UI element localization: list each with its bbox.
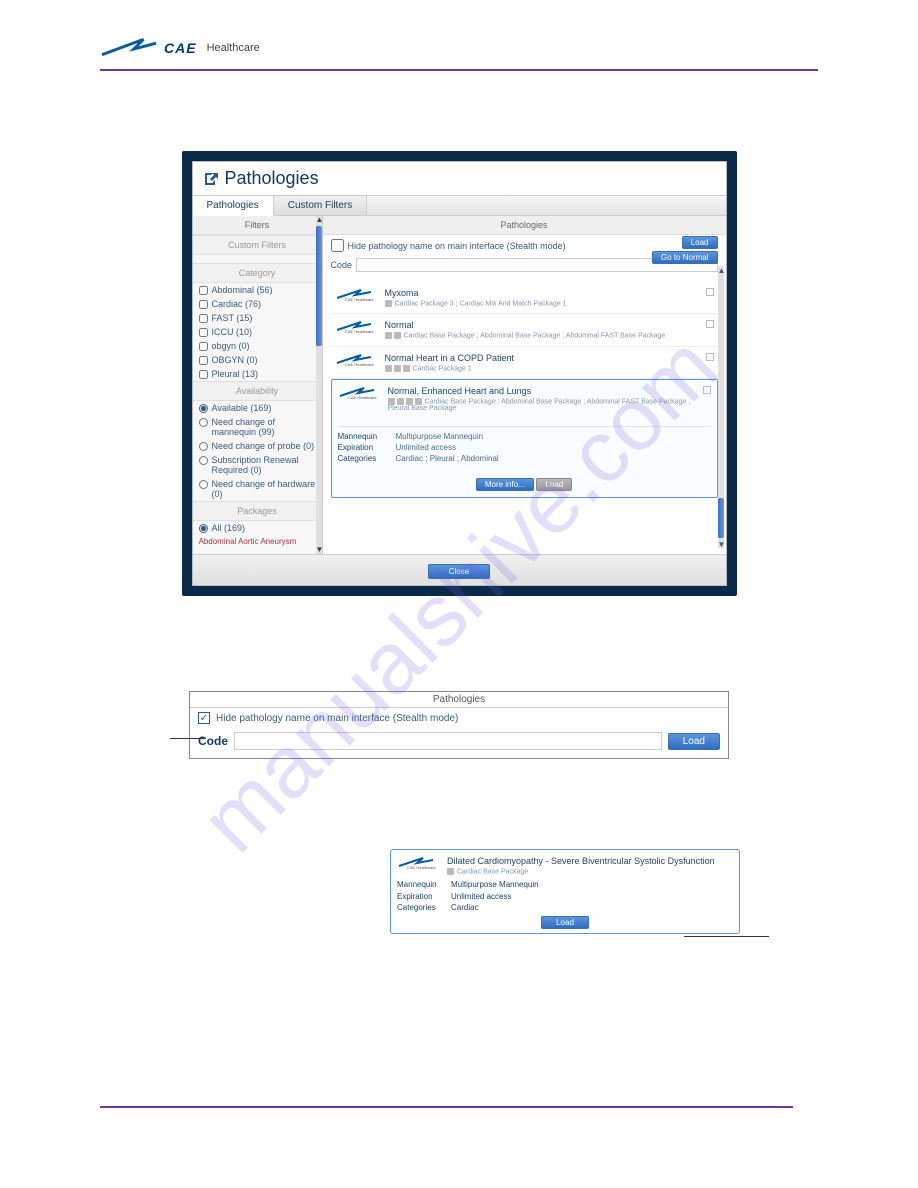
list-header: Pathologies bbox=[323, 216, 726, 235]
filter-category[interactable]: obgyn (0) bbox=[193, 339, 322, 353]
pathology-item[interactable]: CAE Healthcare Myxoma Cardiac Package 3 … bbox=[331, 282, 718, 314]
custom-filters-section: Custom Filters bbox=[193, 235, 322, 255]
pathology-item[interactable]: CAE Healthcare Normal Heart in a COPD Pa… bbox=[331, 347, 718, 379]
cae-mini-logo-icon: CAE Healthcare bbox=[335, 288, 375, 307]
probe-icon bbox=[394, 365, 401, 372]
lungs-icon bbox=[403, 365, 410, 372]
item-checkbox[interactable] bbox=[703, 386, 711, 394]
stealth-checkbox[interactable] bbox=[331, 239, 344, 252]
dialog-title: Pathologies bbox=[225, 168, 319, 189]
brand-suffix: Healthcare bbox=[207, 42, 260, 54]
item-checkbox[interactable] bbox=[706, 288, 714, 296]
go-normal-button[interactable]: Go to Normal bbox=[652, 251, 718, 264]
pathology-item-selected[interactable]: CAE Healthcare Normal, Enhanced Heart an… bbox=[331, 379, 718, 498]
filter-package[interactable]: All (169) bbox=[193, 521, 322, 535]
filter-package[interactable]: Abdominal Aortic Aneurysm bbox=[193, 535, 322, 548]
mannequin-icon bbox=[447, 868, 454, 875]
code-label: Code bbox=[198, 734, 228, 748]
cae-mini-logo-icon: CAE Healthcare bbox=[335, 320, 375, 339]
close-button[interactable]: Close bbox=[428, 564, 490, 579]
cae-mini-logo-icon: CAE Healthcare bbox=[335, 353, 375, 372]
svg-text:CAE Healthcare: CAE Healthcare bbox=[348, 395, 377, 400]
export-icon bbox=[203, 171, 219, 187]
cae-logo-icon bbox=[100, 35, 158, 61]
callout-line bbox=[684, 936, 769, 937]
mannequin-icon bbox=[397, 398, 404, 405]
load-button[interactable]: Load bbox=[682, 236, 718, 249]
stealth-checkbox[interactable]: ✓ bbox=[198, 712, 210, 724]
page-header: CAE Healthcare bbox=[100, 35, 818, 71]
code-label: Code bbox=[331, 260, 353, 270]
packages-section: Packages bbox=[193, 501, 322, 521]
svg-text:CAE Healthcare: CAE Healthcare bbox=[345, 297, 374, 302]
filters-header: Filters bbox=[193, 216, 322, 235]
svg-text:CAE Healthcare: CAE Healthcare bbox=[407, 865, 436, 870]
footer-divider bbox=[100, 1106, 793, 1108]
filter-category[interactable]: Cardiac (76) bbox=[193, 297, 322, 311]
detail-title: Dilated Cardiomyopathy - Severe Biventri… bbox=[447, 856, 715, 866]
filter-availability[interactable]: Need change of mannequin (99) bbox=[193, 415, 322, 439]
mannequin-icon bbox=[385, 332, 392, 339]
filter-availability[interactable]: Available (169) bbox=[193, 401, 322, 415]
item-checkbox[interactable] bbox=[706, 353, 714, 361]
stealth-callout: Pathologies ✓ Hide pathology name on mai… bbox=[189, 691, 729, 759]
tabs-row: Pathologies Custom Filters bbox=[193, 196, 726, 216]
export-icon bbox=[388, 398, 395, 405]
svg-text:CAE Healthcare: CAE Healthcare bbox=[345, 362, 374, 367]
availability-section: Availability bbox=[193, 381, 322, 401]
cae-mini-logo-icon: CAE Healthcare bbox=[397, 856, 437, 875]
filters-panel: Filters Custom Filters Category Abdomina… bbox=[193, 216, 323, 554]
filter-category[interactable]: Abdominal (56) bbox=[193, 283, 322, 297]
load-item-button[interactable]: Load bbox=[536, 478, 572, 491]
filter-category[interactable]: Pleural (13) bbox=[193, 367, 322, 381]
category-section: Category bbox=[193, 263, 322, 283]
detail-card: CAE Healthcare Dilated Cardiomyopathy - … bbox=[390, 849, 740, 934]
filters-scrollbar[interactable]: ▲ ▼ bbox=[316, 216, 322, 554]
filter-availability[interactable]: Subscription Renewal Required (0) bbox=[193, 453, 322, 477]
load-button[interactable]: Load bbox=[541, 916, 589, 929]
svg-text:CAE Healthcare: CAE Healthcare bbox=[345, 329, 374, 334]
mini-header: Pathologies bbox=[190, 692, 728, 708]
filter-category[interactable]: OBGYN (0) bbox=[193, 353, 322, 367]
list-scrollbar[interactable]: ▲ ▼ bbox=[718, 266, 724, 548]
stealth-label: Hide pathology name on main interface (S… bbox=[348, 241, 566, 251]
tab-pathologies[interactable]: Pathologies bbox=[193, 196, 274, 216]
filter-availability[interactable]: Need change of hardware (0) bbox=[193, 477, 322, 501]
probe-icon bbox=[406, 398, 413, 405]
pathologies-dialog: Pathologies Pathologies Custom Filters F… bbox=[182, 151, 737, 596]
lungs-icon bbox=[415, 398, 422, 405]
mannequin-icon bbox=[385, 365, 392, 372]
filter-category[interactable]: ICCU (10) bbox=[193, 325, 322, 339]
dialog-title-row: Pathologies bbox=[193, 162, 726, 196]
pathologies-list-panel: Pathologies Hide pathology name on main … bbox=[323, 216, 726, 554]
item-checkbox[interactable] bbox=[706, 320, 714, 328]
tab-custom-filters[interactable]: Custom Filters bbox=[274, 196, 367, 215]
mannequin-icon bbox=[385, 300, 392, 307]
stealth-label: Hide pathology name on main interface (S… bbox=[216, 713, 458, 724]
brand-name: CAE bbox=[164, 40, 197, 56]
callout-line bbox=[170, 738, 204, 739]
pathology-item[interactable]: CAE Healthcare Normal Cardiac Base Packa… bbox=[331, 314, 718, 346]
load-button[interactable]: Load bbox=[668, 733, 720, 750]
code-input[interactable] bbox=[234, 732, 662, 750]
filter-availability[interactable]: Need change of probe (0) bbox=[193, 439, 322, 453]
more-info-button[interactable]: More info... bbox=[476, 478, 534, 491]
probe-icon bbox=[394, 332, 401, 339]
filter-category[interactable]: FAST (15) bbox=[193, 311, 322, 325]
cae-mini-logo-icon: CAE Healthcare bbox=[338, 386, 378, 412]
